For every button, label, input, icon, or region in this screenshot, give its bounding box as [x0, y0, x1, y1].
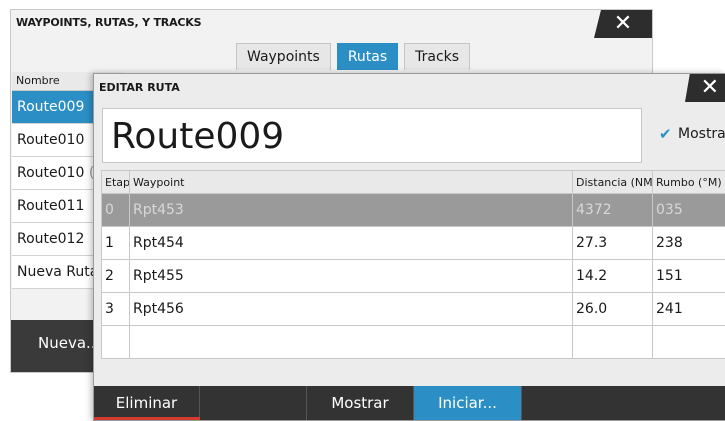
- cell-heading: 035: [652, 193, 725, 227]
- cell-distance: 27.3: [572, 226, 653, 260]
- checkmark-icon[interactable]: ✔: [659, 126, 672, 141]
- dialog-title: EDITAR RUTA: [99, 81, 180, 94]
- show-button[interactable]: Mostrar: [307, 386, 414, 420]
- table-row[interactable]: 0 Rpt453 4372 035: [101, 193, 725, 227]
- waypoint-table: Etapa Waypoint Distancia (NM) Rumbo (°M)…: [101, 170, 725, 359]
- start-button[interactable]: Iniciar...: [414, 386, 522, 420]
- cell-waypoint: Rpt454: [129, 226, 573, 260]
- cell-heading: 151: [652, 259, 725, 293]
- close-icon[interactable]: ✕: [685, 74, 725, 102]
- cell-etapa: 3: [101, 292, 130, 326]
- route-name: Route010: [17, 132, 85, 148]
- table-header-row: Etapa Waypoint Distancia (NM) Rumbo (°M): [101, 170, 725, 194]
- tab-waypoints[interactable]: Waypoints: [236, 43, 331, 70]
- table-row[interactable]: 2 Rpt455 14.2 151: [101, 259, 725, 293]
- show-label: Mostrar: [678, 126, 725, 142]
- cell-waypoint: Rpt456: [129, 292, 573, 326]
- cell-etapa: 0: [101, 193, 130, 227]
- window-title: WAYPOINTS, RUTAS, Y TRACKS: [16, 16, 202, 29]
- edit-route-dialog: EDITAR RUTA ✕ Route009 ✔ Mostrar Etapa W…: [93, 73, 725, 421]
- empty-table-row[interactable]: [101, 325, 725, 359]
- tab-tracks[interactable]: Tracks: [404, 43, 471, 70]
- column-header-waypoint: Waypoint: [129, 170, 573, 194]
- route-name: Route012: [17, 231, 85, 247]
- cell-etapa: 1: [101, 226, 130, 260]
- tab-rutas[interactable]: Rutas: [336, 43, 399, 70]
- delete-indicator: [94, 417, 200, 420]
- cell-distance: 14.2: [572, 259, 653, 293]
- cell-heading: 241: [652, 292, 725, 326]
- route-name: Route009: [17, 99, 85, 115]
- show-toggle[interactable]: ✔ Mostrar: [659, 126, 725, 142]
- column-header-etapa: Etapa: [101, 170, 130, 194]
- route-name: Nueva Ruta: [17, 264, 99, 280]
- cell-distance: 4372: [572, 193, 653, 227]
- cell-etapa: 2: [101, 259, 130, 293]
- column-header-heading: Rumbo (°M): [652, 170, 725, 194]
- delete-button[interactable]: Eliminar: [94, 386, 200, 420]
- tab-bar: Waypoints Rutas Tracks: [236, 43, 471, 70]
- dialog-button-bar: Eliminar Mostrar Iniciar...: [94, 386, 725, 420]
- route-name: Route010: [17, 165, 85, 181]
- close-icon[interactable]: ✕: [594, 10, 652, 38]
- table-row[interactable]: 1 Rpt454 27.3 238: [101, 226, 725, 260]
- empty-button-slot: [200, 386, 307, 420]
- table-row[interactable]: 3 Rpt456 26.0 241: [101, 292, 725, 326]
- route-name: Route011: [17, 198, 85, 214]
- new-route-button[interactable]: Nueva...: [38, 334, 100, 352]
- column-header-distance: Distancia (NM): [572, 170, 653, 194]
- route-name-field[interactable]: Route009: [102, 108, 642, 163]
- cell-heading: 238: [652, 226, 725, 260]
- cell-waypoint: Rpt453: [129, 193, 573, 227]
- cell-waypoint: Rpt455: [129, 259, 573, 293]
- cell-distance: 26.0: [572, 292, 653, 326]
